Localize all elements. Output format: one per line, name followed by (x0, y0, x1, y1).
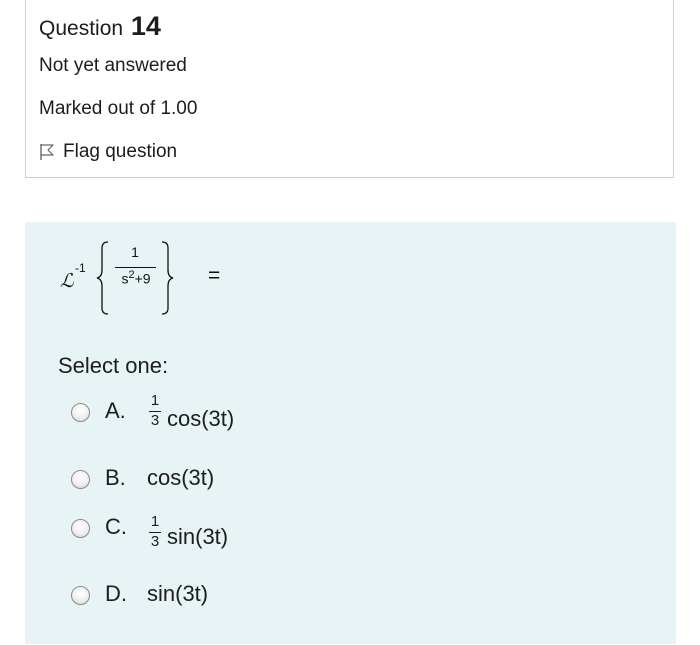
fraction-denominator: s2+9 (121, 269, 151, 287)
question-number: 14 (130, 11, 161, 41)
option-d-letter: D. (105, 581, 127, 606)
option-d-text: sin(3t) (147, 581, 209, 606)
option-b-letter: B. (105, 465, 126, 490)
answer-status: Not yet answered (39, 55, 187, 76)
question-label: Question (39, 17, 124, 40)
option-d[interactable]: D. sin(3t) (71, 581, 271, 621)
right-brace-icon (161, 241, 174, 315)
fraction-bar (115, 267, 156, 268)
equals-sign: = (208, 264, 221, 287)
left-brace-icon (96, 241, 109, 315)
option-a[interactable]: A. 13 cos(3t) (71, 392, 291, 438)
flag-question-button[interactable]: Flag question (39, 141, 177, 163)
radio-option-a[interactable] (71, 403, 90, 422)
flag-question-label: Flag question (63, 141, 178, 162)
flag-icon (40, 144, 54, 160)
question-content: ℒ -1 1 s2+9 = Select one: A. 13 cos(3t) … (25, 222, 676, 644)
laplace-symbol: ℒ (60, 270, 74, 292)
option-b[interactable]: B. cos(3t) (71, 465, 271, 505)
option-a-text: cos(3t) (167, 406, 235, 431)
question-title: Question 14 (39, 11, 161, 42)
question-formula: ℒ -1 1 s2+9 = (60, 240, 220, 315)
radio-option-c[interactable] (71, 519, 90, 538)
fraction-numerator: 1 (131, 244, 139, 260)
select-one-prompt: Select one: (58, 353, 169, 378)
marks-label: Marked out of 1.00 (39, 98, 198, 119)
option-c-letter: C. (105, 514, 127, 539)
option-c-text: sin(3t) (167, 524, 229, 549)
inverse-exponent: -1 (75, 261, 86, 275)
radio-option-d[interactable] (71, 586, 90, 605)
option-a-letter: A. (105, 398, 126, 423)
option-c[interactable]: C. 13 sin(3t) (71, 513, 291, 554)
question-info-box: Question 14 Not yet answered Marked out … (25, 0, 674, 178)
option-b-text: cos(3t) (147, 465, 215, 490)
radio-option-b[interactable] (71, 470, 90, 489)
